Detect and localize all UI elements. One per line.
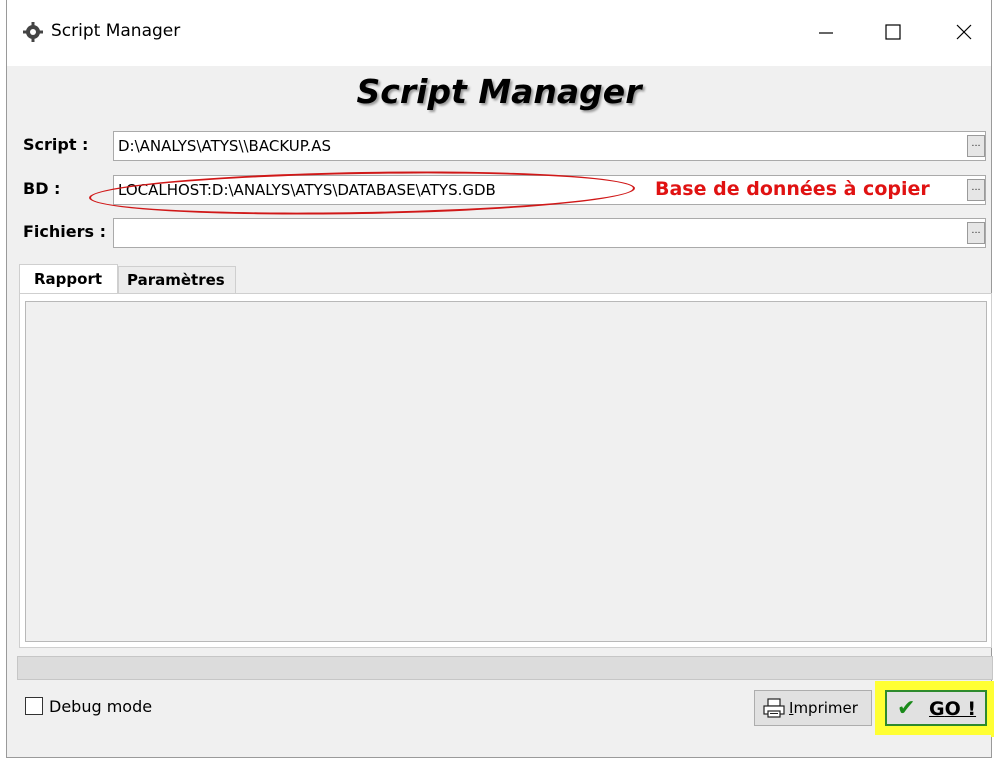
- print-button[interactable]: Imprimer: [754, 690, 872, 726]
- script-path-value: D:\ANALYS\ATYS\\BACKUP.AS: [118, 137, 331, 155]
- go-button[interactable]: ✔ GO !: [885, 690, 987, 726]
- window-title: Script Manager: [51, 21, 181, 41]
- debug-mode-checkbox[interactable]: [25, 697, 43, 715]
- gear-script-icon: [23, 22, 43, 42]
- annotation-text: Base de données à copier: [655, 178, 930, 200]
- print-label-rest: mprimer: [793, 699, 858, 717]
- maximize-icon[interactable]: [877, 16, 909, 48]
- minimize-icon[interactable]: [810, 16, 842, 48]
- progress-bar: [17, 656, 993, 680]
- files-input[interactable]: [113, 218, 986, 248]
- print-label: Imprimer: [789, 699, 858, 717]
- bottom-strip: [7, 735, 991, 757]
- tab-parametres[interactable]: Paramètres: [118, 266, 236, 293]
- go-label: GO !: [929, 698, 976, 720]
- go-label-rest: O !: [944, 698, 977, 720]
- tab-panel-rapport: [19, 293, 992, 648]
- banner-title: Script Manager: [356, 72, 642, 111]
- bd-label: BD :: [23, 179, 61, 198]
- title-bar: Script Manager: [7, 0, 991, 66]
- script-label: Script :: [23, 135, 89, 154]
- close-icon[interactable]: [948, 16, 980, 48]
- go-label-accelerator: G: [929, 698, 945, 720]
- check-icon: ✔: [897, 696, 916, 721]
- database-browse-button[interactable]: ...: [967, 179, 985, 201]
- debug-mode-label: Debug mode: [49, 697, 153, 716]
- report-area[interactable]: [25, 301, 987, 642]
- files-browse-button[interactable]: ...: [967, 222, 985, 244]
- printer-icon: [763, 698, 785, 718]
- fichiers-label: Fichiers :: [23, 222, 107, 241]
- tab-rapport[interactable]: Rapport: [19, 264, 118, 295]
- script-manager-window: Script Manager Script Manager Script : D…: [6, 0, 994, 758]
- script-path-input[interactable]: D:\ANALYS\ATYS\\BACKUP.AS: [113, 131, 986, 161]
- script-browse-button[interactable]: ...: [967, 135, 985, 157]
